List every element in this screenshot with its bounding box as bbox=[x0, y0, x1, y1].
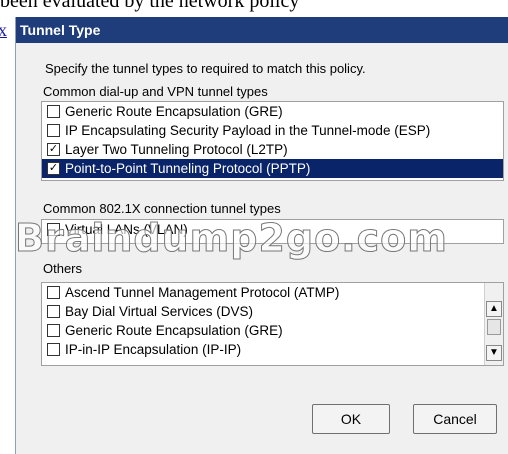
list-item[interactable]: Generic Route Encapsulation (GRE) bbox=[42, 102, 503, 121]
list-item[interactable]: Ascend Tunnel Management Protocol (ATMP) bbox=[42, 283, 503, 302]
checkbox[interactable] bbox=[47, 124, 60, 137]
scroll-down-arrow-icon[interactable]: ▼ bbox=[486, 345, 502, 361]
scroll-up-arrow-icon[interactable]: ▲ bbox=[486, 301, 502, 317]
ok-button[interactable]: OK bbox=[312, 404, 390, 434]
checkbox-checked[interactable]: ✓ bbox=[47, 143, 60, 156]
dot1x-group-label: Common 802.1X connection tunnel types bbox=[43, 201, 281, 216]
scroll-thumb[interactable] bbox=[487, 319, 501, 335]
checkbox[interactable] bbox=[47, 343, 60, 356]
list-item[interactable]: IP-in-IP Encapsulation (IP-IP) bbox=[42, 340, 503, 359]
list-item-label: IP-in-IP Encapsulation (IP-IP) bbox=[65, 342, 242, 357]
others-tunnel-list: Ascend Tunnel Management Protocol (ATMP)… bbox=[41, 282, 504, 366]
list-item-label: Bay Dial Virtual Services (DVS) bbox=[65, 304, 254, 319]
common-group-label: Common dial-up and VPN tunnel types bbox=[43, 84, 268, 99]
checkbox-checked[interactable]: ✓ bbox=[47, 162, 60, 175]
list-item-label: IP Encapsulating Security Payload in the… bbox=[65, 123, 431, 138]
list-item-label: Point-to-Point Tunneling Protocol (PPTP) bbox=[65, 161, 311, 176]
list-item-label: Generic Route Encapsulation (GRE) bbox=[65, 104, 283, 119]
others-scrollbar[interactable]: ▲ ▼ bbox=[484, 283, 503, 365]
dialog-title: Tunnel Type bbox=[16, 17, 508, 43]
watermark-text: Braindump2go.com bbox=[15, 216, 448, 260]
checkbox[interactable] bbox=[47, 286, 60, 299]
list-item[interactable]: Generic Route Encapsulation (GRE) bbox=[42, 321, 503, 340]
background-link[interactable]: x bbox=[0, 20, 7, 41]
list-item-selected[interactable]: ✓ Point-to-Point Tunneling Protocol (PPT… bbox=[42, 159, 503, 178]
checkbox[interactable] bbox=[47, 324, 60, 337]
background-text: been evaluated by the network policy bbox=[0, 0, 300, 12]
common-tunnel-list: Generic Route Encapsulation (GRE) IP Enc… bbox=[41, 101, 504, 181]
list-item[interactable]: ✓ Layer Two Tunneling Protocol (L2TP) bbox=[42, 140, 503, 159]
list-item[interactable]: Bay Dial Virtual Services (DVS) bbox=[42, 302, 503, 321]
list-item[interactable]: IP Encapsulating Security Payload in the… bbox=[42, 121, 503, 140]
list-item-label: Layer Two Tunneling Protocol (L2TP) bbox=[65, 142, 288, 157]
checkbox[interactable] bbox=[47, 305, 60, 318]
list-item-label: Ascend Tunnel Management Protocol (ATMP) bbox=[65, 285, 340, 300]
cancel-button[interactable]: Cancel bbox=[413, 404, 497, 434]
instruction-text: Specify the tunnel types to required to … bbox=[45, 61, 366, 76]
others-group-label: Others bbox=[43, 261, 83, 276]
list-item-label: Generic Route Encapsulation (GRE) bbox=[65, 323, 283, 338]
checkbox[interactable] bbox=[47, 105, 60, 118]
